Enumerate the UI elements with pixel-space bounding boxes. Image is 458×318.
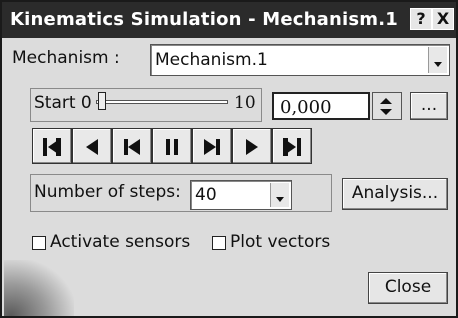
start-label: Start 0 [34, 93, 92, 113]
chevron-down-icon[interactable] [428, 47, 447, 73]
analysis-button[interactable]: Analysis... [342, 178, 448, 210]
end-label: 10 [234, 93, 256, 113]
steps-label: Number of steps: [34, 182, 181, 202]
close-button-label: Close [384, 277, 432, 297]
spin-up-icon[interactable] [380, 98, 392, 104]
mechanism-label: Mechanism : [12, 48, 120, 68]
spin-down-icon[interactable] [380, 109, 392, 115]
pause-icon [166, 139, 178, 155]
time-value-input[interactable]: 0,000 [272, 92, 370, 120]
plot-vectors-label: Plot vectors [230, 232, 331, 252]
help-button[interactable]: ? [410, 8, 432, 30]
step-forward-icon [246, 139, 258, 155]
plot-vectors-checkbox[interactable] [212, 236, 226, 250]
pause-button[interactable] [152, 128, 192, 164]
title-bar[interactable]: Kinematics Simulation - Mechanism.1 ? X [2, 2, 456, 38]
step-forward-button[interactable] [232, 128, 272, 164]
player-controls [32, 128, 312, 164]
steps-select-value: 40 [195, 185, 217, 205]
time-slider-track[interactable] [96, 100, 228, 104]
play-forward-button[interactable] [192, 128, 232, 164]
window-close-button[interactable]: X [432, 8, 454, 30]
play-backward-button[interactable] [112, 128, 152, 164]
mechanism-select[interactable]: Mechanism.1 [150, 44, 450, 76]
time-slider-thumb[interactable] [98, 92, 106, 110]
play-forward-icon [204, 139, 220, 155]
time-spinner[interactable] [372, 92, 402, 120]
skip-to-end-button[interactable] [272, 128, 312, 164]
mechanism-select-value: Mechanism.1 [155, 50, 268, 70]
chevron-down-icon[interactable] [270, 183, 289, 207]
steps-select[interactable]: 40 [190, 180, 292, 210]
decorative-background [4, 260, 74, 316]
play-backward-icon [124, 139, 140, 155]
activate-sensors-label: Activate sensors [50, 232, 191, 252]
more-options-button[interactable]: ... [410, 92, 448, 120]
skip-to-start-icon [43, 138, 61, 156]
more-options-label: ... [420, 95, 438, 115]
kinematics-dialog: Kinematics Simulation - Mechanism.1 ? X … [0, 0, 458, 318]
skip-to-start-button[interactable] [32, 128, 72, 164]
time-value-text: 0,000 [280, 97, 332, 118]
window-title: Kinematics Simulation - Mechanism.1 [10, 9, 399, 30]
analysis-button-label: Analysis... [351, 183, 439, 203]
step-back-icon [86, 139, 98, 155]
close-button[interactable]: Close [368, 272, 448, 304]
step-back-button[interactable] [72, 128, 112, 164]
activate-sensors-checkbox[interactable] [32, 236, 46, 250]
skip-to-end-icon [283, 138, 301, 156]
